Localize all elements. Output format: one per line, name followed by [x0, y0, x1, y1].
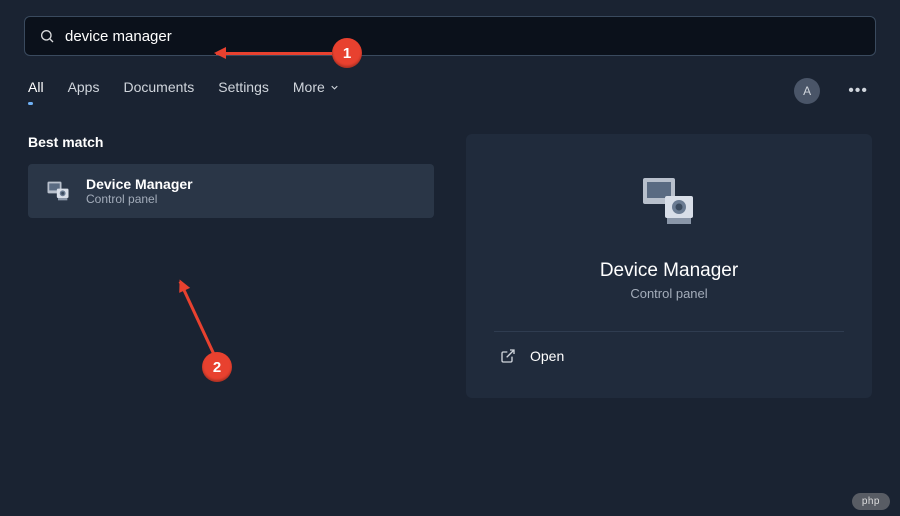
avatar[interactable]: A	[794, 78, 820, 104]
open-icon	[500, 348, 516, 364]
open-action[interactable]: Open	[494, 332, 844, 380]
annotation-arrow-1	[216, 52, 332, 55]
annotation-marker-2: 2	[202, 352, 232, 382]
result-subtitle: Control panel	[86, 192, 193, 206]
annotation-marker-1: 1	[332, 38, 362, 68]
device-manager-icon	[44, 177, 72, 205]
tab-apps[interactable]: Apps	[68, 79, 100, 103]
tabs-row: All Apps Documents Settings More A •••	[28, 78, 872, 104]
result-title: Device Manager	[86, 176, 193, 192]
watermark: php	[852, 493, 890, 510]
detail-column: Device Manager Control panel Open	[466, 134, 872, 398]
tab-more[interactable]: More	[293, 79, 340, 103]
best-match-label: Best match	[28, 134, 434, 150]
detail-panel: Device Manager Control panel Open	[466, 134, 872, 398]
search-icon	[39, 28, 55, 44]
device-manager-large-icon	[637, 170, 701, 234]
open-label: Open	[530, 348, 564, 364]
detail-title: Device Manager	[494, 260, 844, 282]
tab-settings[interactable]: Settings	[218, 79, 269, 103]
tab-more-label: More	[293, 79, 325, 95]
chevron-down-icon	[329, 82, 340, 93]
result-text: Device Manager Control panel	[86, 176, 193, 206]
more-options-button[interactable]: •••	[844, 82, 872, 100]
tab-documents[interactable]: Documents	[123, 79, 194, 103]
tab-all[interactable]: All	[28, 79, 44, 103]
detail-subtitle: Control panel	[494, 286, 844, 301]
content-area: Best match Device Manager Control panel	[0, 134, 900, 398]
search-bar[interactable]	[24, 16, 876, 56]
results-column: Best match Device Manager Control panel	[28, 134, 434, 398]
result-device-manager[interactable]: Device Manager Control panel	[28, 164, 434, 218]
search-input[interactable]	[65, 28, 861, 45]
